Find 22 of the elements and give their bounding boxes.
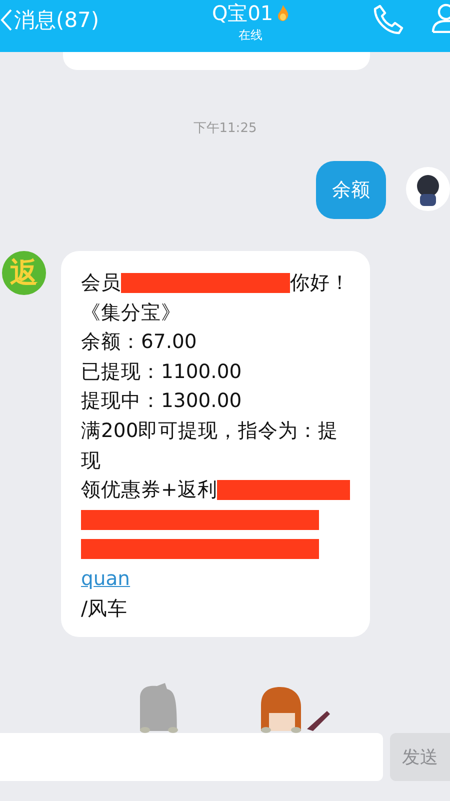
avatar-icon[interactable] — [406, 167, 450, 211]
message-link[interactable]: quan — [81, 564, 130, 594]
message-input[interactable] — [0, 733, 383, 781]
message-bubble: 余额 — [316, 161, 386, 219]
message-text: 你好！ — [290, 270, 350, 296]
flame-icon — [277, 4, 290, 22]
message-text: 提现中：1300.00 — [81, 388, 242, 414]
message-text: 已提现：1100.00 — [81, 358, 242, 385]
avatar-icon[interactable]: 返 — [2, 251, 46, 295]
message-text: 余额：67.00 — [81, 329, 197, 356]
online-status: 在线 — [238, 27, 263, 44]
phone-icon[interactable] — [372, 3, 404, 35]
back-icon — [0, 9, 12, 31]
message-text: /风车 — [81, 596, 128, 622]
message-text: 满200即可提现，指令为：提现 — [81, 418, 340, 474]
message-text: 《集分宝》 — [81, 300, 181, 326]
message-text: 会员 — [81, 270, 121, 296]
back-button[interactable]: 消息(87) — [0, 0, 100, 34]
chat-title: Q宝01 — [212, 0, 274, 26]
profile-icon[interactable] — [430, 3, 450, 33]
timestamp: 下午11:25 — [193, 120, 257, 137]
message-text: 领优惠券+返利 — [81, 477, 218, 504]
